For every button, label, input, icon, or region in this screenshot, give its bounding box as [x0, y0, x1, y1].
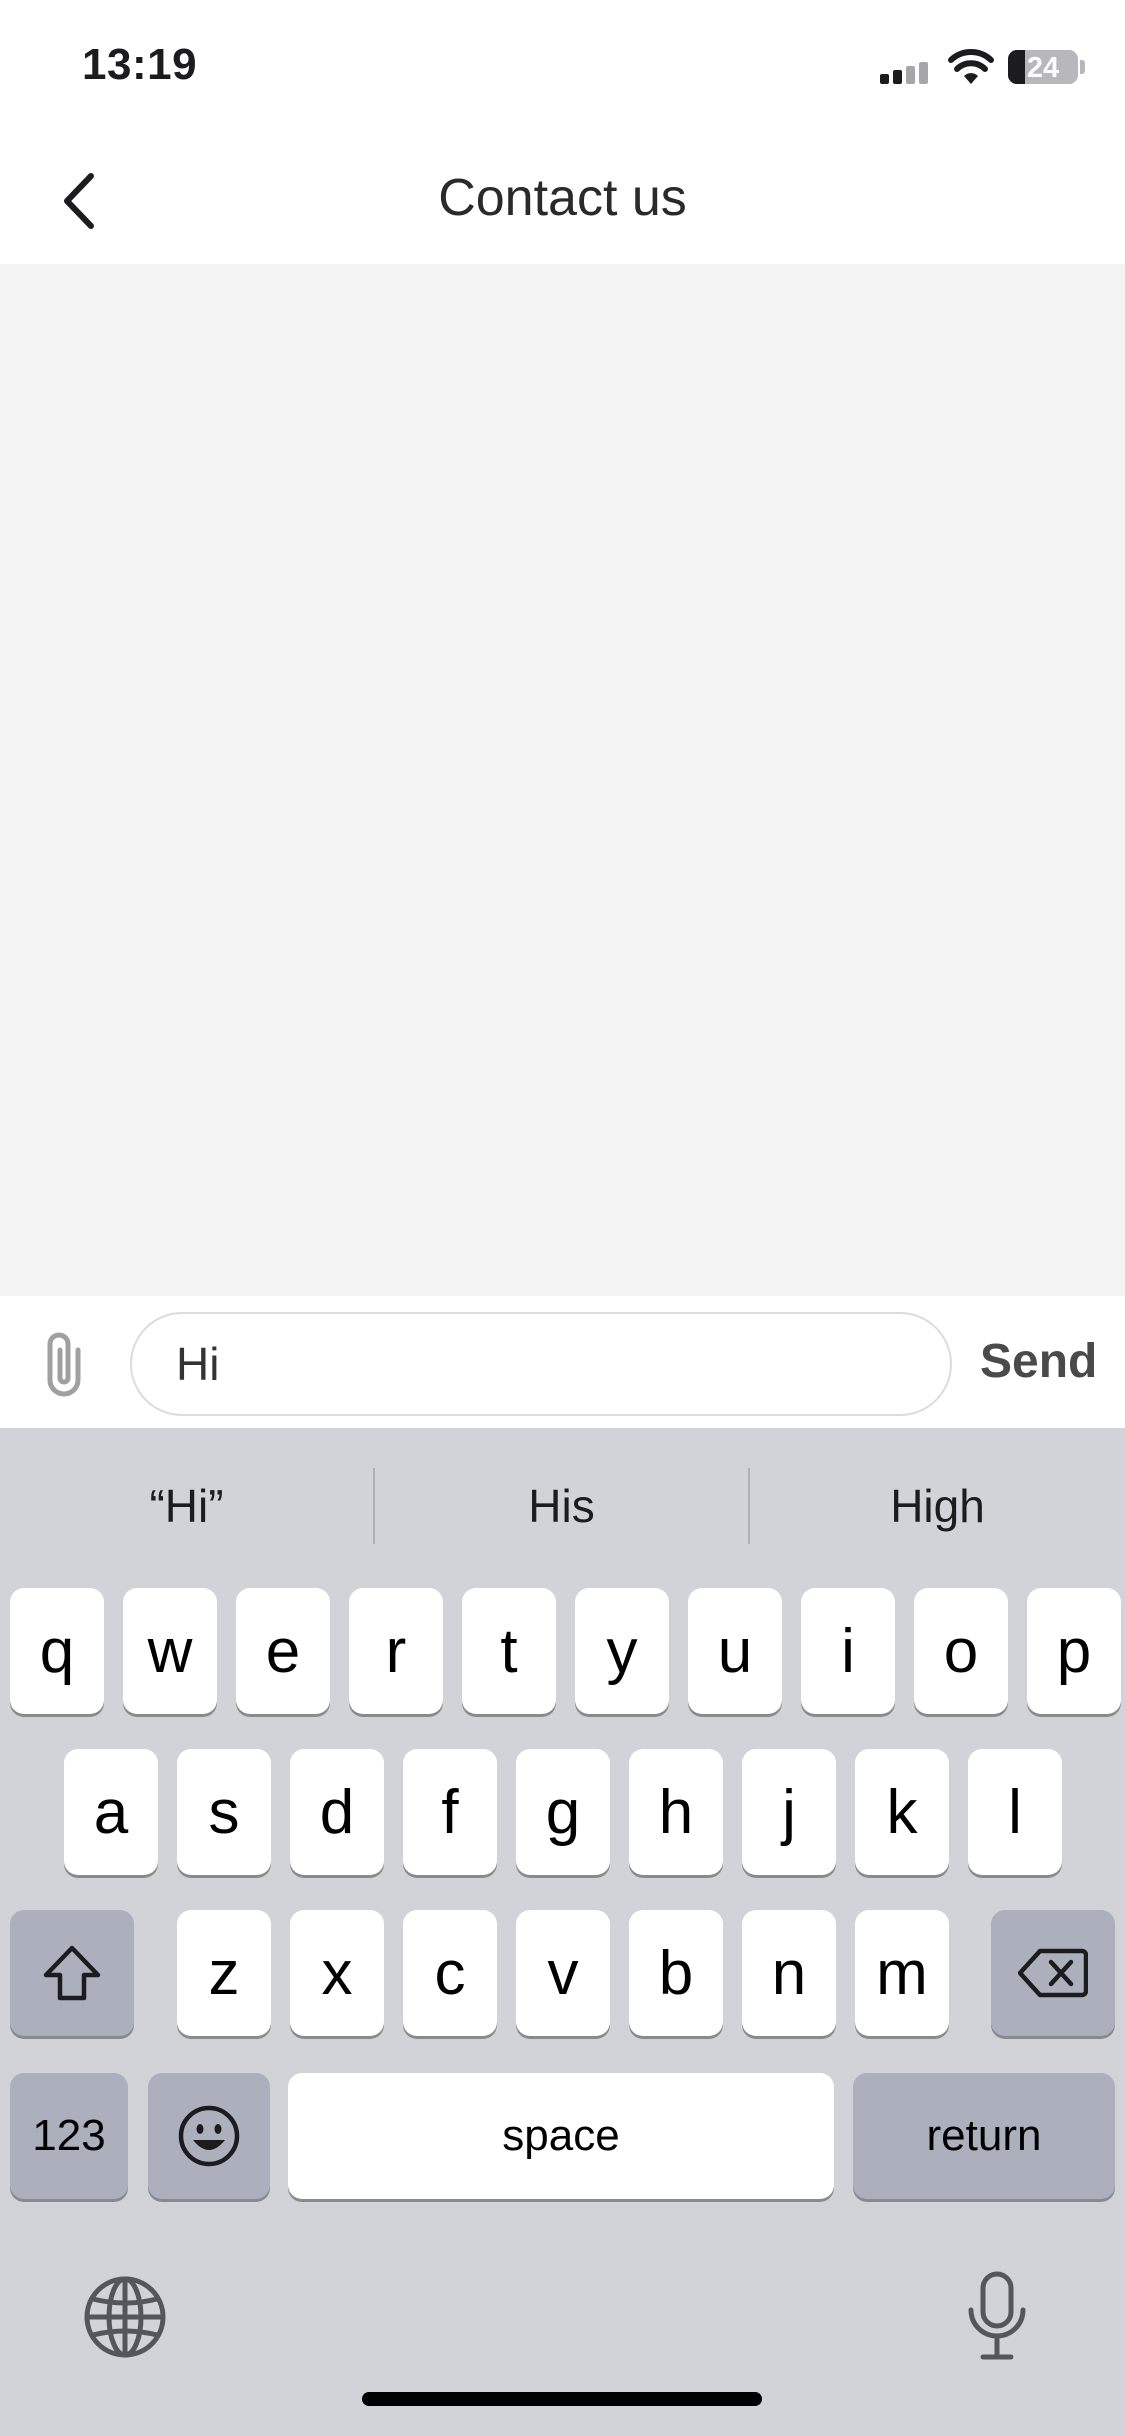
status-bar: 13:19 24: [0, 0, 1125, 130]
nav-bar: Contact us: [0, 130, 1125, 264]
key-p[interactable]: p: [1027, 1588, 1121, 1714]
key-r[interactable]: r: [349, 1588, 443, 1714]
home-indicator: [362, 2392, 762, 2406]
key-g[interactable]: g: [516, 1749, 610, 1875]
paperclip-icon: [47, 1332, 81, 1397]
key-e[interactable]: e: [236, 1588, 330, 1714]
keyboard: “Hi” His High qwertyuiop asdfghjkl zxcvb…: [0, 1428, 1125, 2436]
key-u[interactable]: u: [688, 1588, 782, 1714]
key-v[interactable]: v: [516, 1910, 610, 2036]
delete-key[interactable]: [991, 1910, 1115, 2036]
suggestion-2[interactable]: His: [375, 1428, 748, 1583]
battery-cap: [1080, 60, 1085, 74]
key-a[interactable]: a: [64, 1749, 158, 1875]
status-time: 13:19: [82, 40, 198, 89]
microphone-icon: [968, 2271, 1026, 2360]
key-b[interactable]: b: [629, 1910, 723, 2036]
conversation-area[interactable]: [0, 264, 1125, 1296]
chevron-left-icon: [64, 173, 94, 229]
key-i[interactable]: i: [801, 1588, 895, 1714]
return-key[interactable]: return: [853, 2073, 1115, 2199]
key-s[interactable]: s: [177, 1749, 271, 1875]
send-button[interactable]: Send: [980, 1334, 1097, 1389]
key-x[interactable]: x: [290, 1910, 384, 2036]
suggestion-bar: “Hi” His High: [0, 1428, 1125, 1583]
message-composer: Send: [0, 1296, 1125, 1428]
key-t[interactable]: t: [462, 1588, 556, 1714]
space-key[interactable]: space: [288, 2073, 834, 2199]
emoji-icon: [178, 2105, 240, 2167]
page-title: Contact us: [438, 169, 687, 227]
shift-icon: [43, 1945, 101, 2001]
key-j[interactable]: j: [742, 1749, 836, 1875]
delete-icon: [1018, 1948, 1088, 1998]
key-c[interactable]: c: [403, 1910, 497, 2036]
key-l[interactable]: l: [968, 1749, 1062, 1875]
battery-icon: 24: [1008, 50, 1078, 84]
key-o[interactable]: o: [914, 1588, 1008, 1714]
key-d[interactable]: d: [290, 1749, 384, 1875]
key-q[interactable]: q: [10, 1588, 104, 1714]
numbers-key[interactable]: 123: [10, 2073, 128, 2199]
message-input[interactable]: [130, 1312, 952, 1416]
key-n[interactable]: n: [742, 1910, 836, 2036]
key-h[interactable]: h: [629, 1749, 723, 1875]
key-z[interactable]: z: [177, 1910, 271, 2036]
suggestion-3[interactable]: High: [750, 1428, 1125, 1583]
shift-key[interactable]: [10, 1910, 134, 2036]
globe-button[interactable]: [78, 2270, 172, 2364]
cellular-signal-icon: [880, 60, 936, 84]
emoji-key[interactable]: [148, 2073, 270, 2199]
wifi-icon: [948, 49, 994, 84]
back-button[interactable]: [44, 166, 114, 236]
globe-icon: [84, 2276, 166, 2358]
key-f[interactable]: f: [403, 1749, 497, 1875]
key-m[interactable]: m: [855, 1910, 949, 2036]
battery-percent: 24: [1026, 52, 1060, 84]
key-k[interactable]: k: [855, 1749, 949, 1875]
attach-button[interactable]: [28, 1326, 100, 1402]
dictation-button[interactable]: [952, 2266, 1042, 2366]
key-y[interactable]: y: [575, 1588, 669, 1714]
suggestion-1[interactable]: “Hi”: [0, 1428, 373, 1583]
key-w[interactable]: w: [123, 1588, 217, 1714]
